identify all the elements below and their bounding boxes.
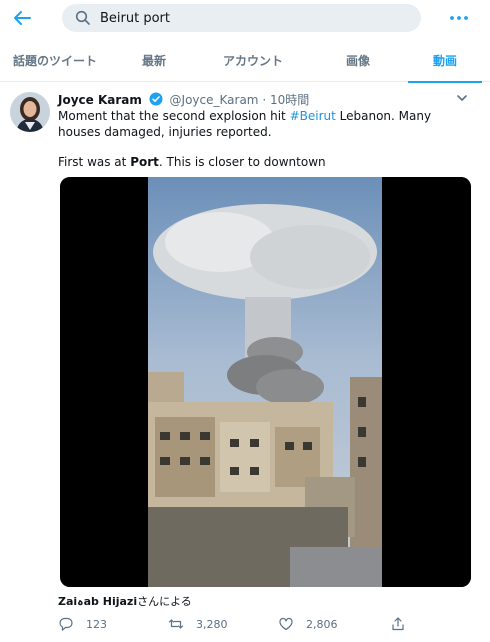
reply-count: 123 [86,617,107,631]
reply-icon [59,617,73,632]
like-count: 2,806 [306,617,338,631]
video-player[interactable] [60,177,471,587]
tweet-text-2: First was at Port. This is closer to dow… [58,154,458,170]
top-bar [0,0,490,36]
handle[interactable]: @Joyce_Karam [170,93,259,107]
attribution-suffix: さんによる [137,595,192,608]
tab-label: 話題のツイート [12,53,97,68]
tab-videos[interactable]: 動画 [408,38,482,83]
search-icon [75,10,91,26]
tab-accounts[interactable]: アカウント [198,38,308,82]
tweet[interactable]: Joyce Karam @Joyce_Karam · 10時間 Moment t… [0,82,490,642]
tweet-header: Joyce Karam @Joyce_Karam · 10時間 [58,91,478,109]
text-segment: . This is closer to downtown [158,155,326,169]
tweet-actions: 123 3,280 2,806 [58,614,468,634]
video-attribution[interactable]: Zaiہab Hijaziさんによる [58,593,192,609]
timestamp[interactable]: 10時間 [270,93,309,107]
tab-label: 動画 [432,53,457,68]
like-button[interactable]: 2,806 [278,614,338,634]
back-arrow-icon[interactable] [10,7,36,29]
share-icon [392,617,404,631]
separator: · [262,93,267,107]
attribution-name[interactable]: Zaiہab Hijazi [58,595,137,608]
reply-button[interactable]: 123 [58,614,107,634]
text-segment: First was at [58,155,131,169]
text-segment: Moment that the second explosion hit [58,109,290,123]
tab-latest[interactable]: 最新 [110,38,198,82]
display-name[interactable]: Joyce Karam [58,93,142,107]
tab-top[interactable]: 話題のツイート [0,38,110,82]
video-frame [60,177,471,587]
verified-icon [149,92,163,106]
tab-photos[interactable]: 画像 [308,38,408,82]
tab-label: アカウント [222,53,283,68]
retweet-icon [168,619,184,629]
tab-label: 画像 [345,53,370,68]
search-input[interactable] [100,4,400,32]
caret-down-icon[interactable] [455,91,469,105]
tab-label: 最新 [141,53,166,68]
search-box[interactable] [62,4,421,32]
share-button[interactable] [390,614,418,634]
retweet-button[interactable]: 3,280 [168,614,228,634]
retweet-count: 3,280 [196,617,228,631]
search-tabs: 話題のツイート 最新 アカウント 画像 動画 [0,38,490,83]
like-icon [279,617,293,631]
more-icon[interactable] [447,8,471,28]
avatar[interactable] [10,92,50,132]
hashtag-link[interactable]: #Beirut [290,109,336,123]
tweet-text-1: Moment that the second explosion hit #Be… [58,108,458,140]
bold-keyword: Port [130,155,159,169]
